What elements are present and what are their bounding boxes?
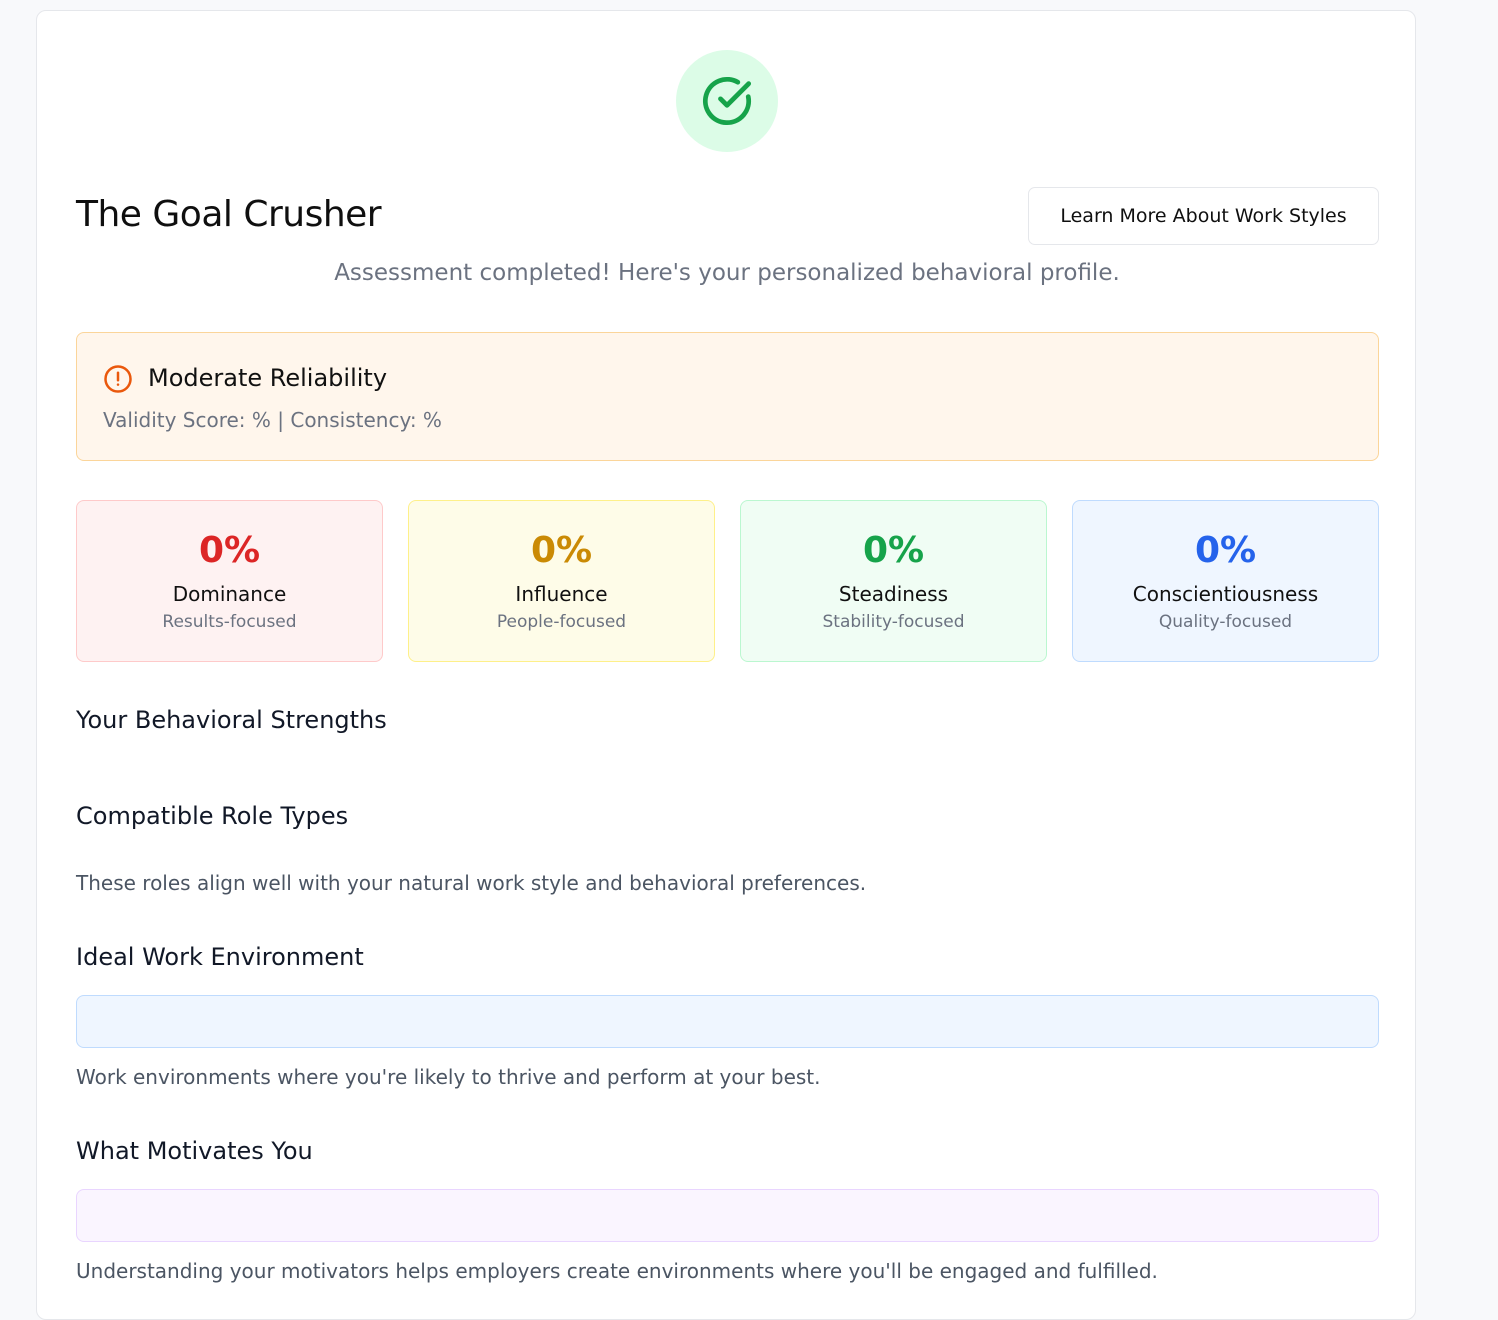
score-label: Influence xyxy=(515,582,608,606)
score-value: 0% xyxy=(1194,530,1257,571)
score-value: 0% xyxy=(530,530,593,571)
environment-description: Work environments where you're likely to… xyxy=(76,1065,821,1089)
roles-description: These roles align well with your natural… xyxy=(76,871,867,895)
score-description: Results-focused xyxy=(162,612,297,632)
motivators-list xyxy=(76,1189,1379,1242)
results-card: The Goal Crusher Learn More About Work S… xyxy=(36,10,1416,1320)
success-badge xyxy=(676,50,778,152)
score-description: Stability-focused xyxy=(822,612,965,632)
reliability-alert: Moderate Reliability Validity Score: % |… xyxy=(76,332,1379,461)
score-card-influence: 0% Influence People-focused xyxy=(408,500,715,662)
reliability-title: Moderate Reliability xyxy=(148,364,388,392)
learn-more-button[interactable]: Learn More About Work Styles xyxy=(1028,187,1379,245)
score-description: People-focused xyxy=(496,612,627,632)
alert-circle-icon xyxy=(104,365,132,393)
page-subtitle: Assessment completed! Here's your person… xyxy=(334,260,1120,286)
score-description: Quality-focused xyxy=(1158,612,1293,632)
motivators-heading: What Motivates You xyxy=(76,1137,313,1165)
roles-heading: Compatible Role Types xyxy=(76,802,349,830)
reliability-detail: Validity Score: % | Consistency: % xyxy=(103,408,442,432)
score-card-conscientiousness: 0% Conscientiousness Quality-focused xyxy=(1072,500,1379,662)
score-card-dominance: 0% Dominance Results-focused xyxy=(76,500,383,662)
environment-heading: Ideal Work Environment xyxy=(76,943,364,971)
score-label: Dominance xyxy=(172,582,287,606)
score-label: Conscientiousness xyxy=(1132,582,1319,606)
score-label: Steadiness xyxy=(838,582,949,606)
score-card-steadiness: 0% Steadiness Stability-focused xyxy=(740,500,1047,662)
score-value: 0% xyxy=(862,530,925,571)
page-title: The Goal Crusher xyxy=(76,194,382,235)
score-value: 0% xyxy=(198,530,261,571)
strengths-heading: Your Behavioral Strengths xyxy=(76,706,387,734)
check-circle-icon xyxy=(702,76,752,126)
environment-list xyxy=(76,995,1379,1048)
motivators-description: Understanding your motivators helps empl… xyxy=(76,1259,1158,1283)
